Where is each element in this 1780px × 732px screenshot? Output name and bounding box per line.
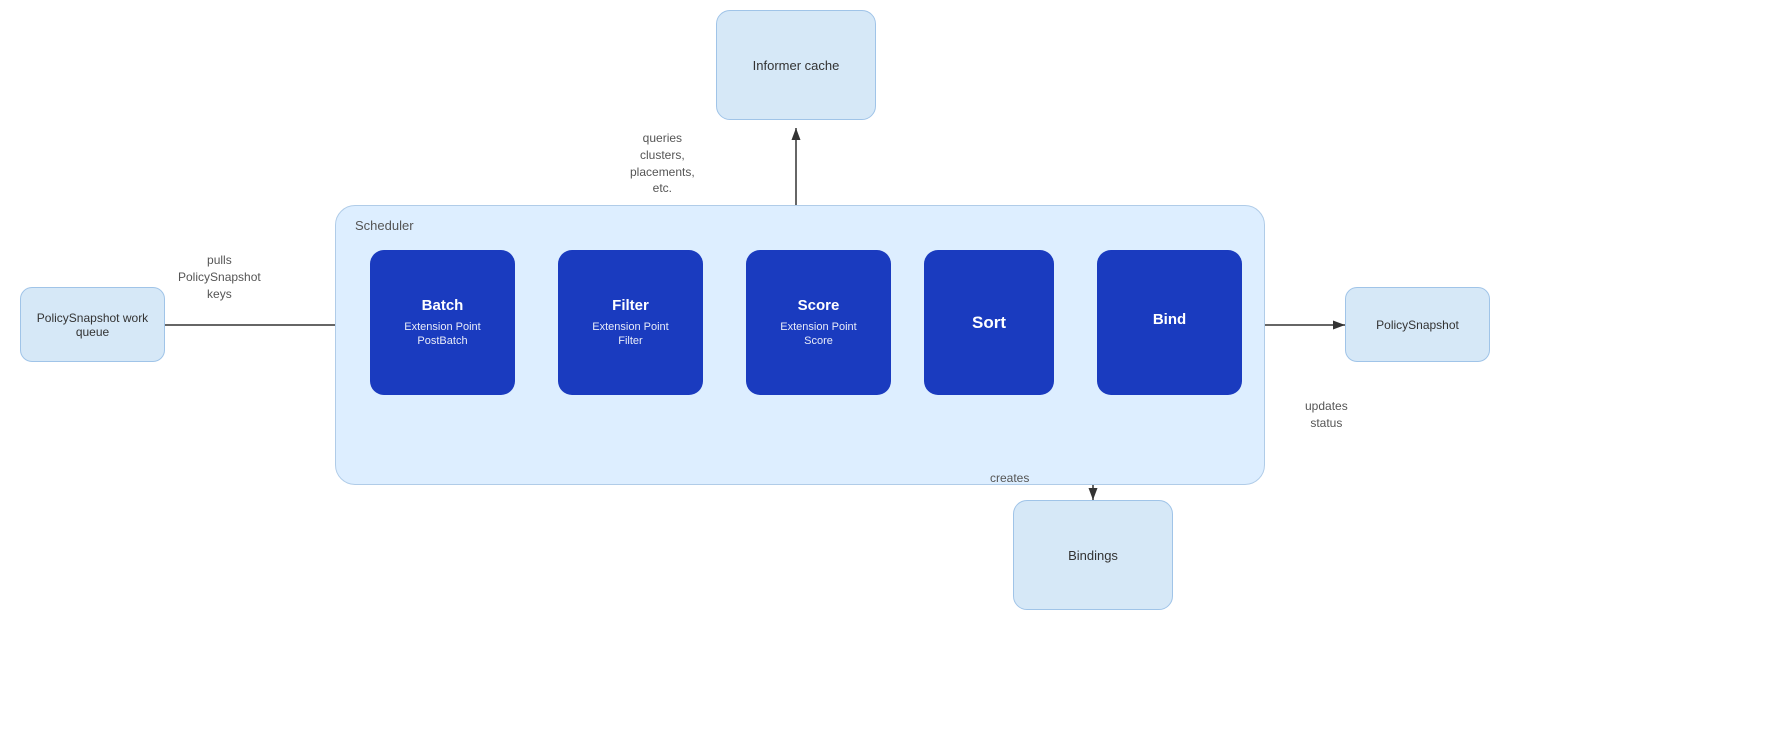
bind-title: Bind — [1153, 311, 1186, 328]
score-subtitle: Extension Point Score — [780, 320, 856, 349]
filter-title: Filter — [612, 297, 649, 314]
batch-title: Batch — [422, 297, 464, 314]
creates-label: creates — [990, 470, 1029, 487]
score-title: Score — [798, 297, 840, 314]
sort-box: Sort — [924, 250, 1054, 395]
filter-box: Filter Extension Point Filter — [558, 250, 703, 395]
filter-subtitle: Extension Point Filter — [592, 320, 668, 349]
score-box: Score Extension Point Score — [746, 250, 891, 395]
policy-snapshot-out-box: PolicySnapshot — [1345, 287, 1490, 362]
work-queue-box: PolicySnapshot work queue — [20, 287, 165, 362]
bindings-label: Bindings — [1068, 548, 1118, 563]
bindings-box: Bindings — [1013, 500, 1173, 610]
sort-title: Sort — [972, 313, 1006, 333]
policy-snapshot-out-label: PolicySnapshot — [1376, 318, 1459, 332]
queries-label: queries clusters, placements, etc. — [630, 130, 695, 197]
informer-cache-label: Informer cache — [753, 58, 840, 73]
scheduler-label: Scheduler — [355, 218, 414, 233]
diagram-container: Informer cache queries clusters, placeme… — [0, 0, 1780, 732]
work-queue-label: PolicySnapshot work queue — [21, 311, 164, 339]
pulls-label: pulls PolicySnapshot keys — [178, 252, 261, 302]
batch-box: Batch Extension Point PostBatch — [370, 250, 515, 395]
updates-label: updates status — [1305, 398, 1348, 432]
bind-box: Bind — [1097, 250, 1242, 395]
batch-subtitle: Extension Point PostBatch — [404, 320, 480, 349]
informer-cache-box: Informer cache — [716, 10, 876, 120]
